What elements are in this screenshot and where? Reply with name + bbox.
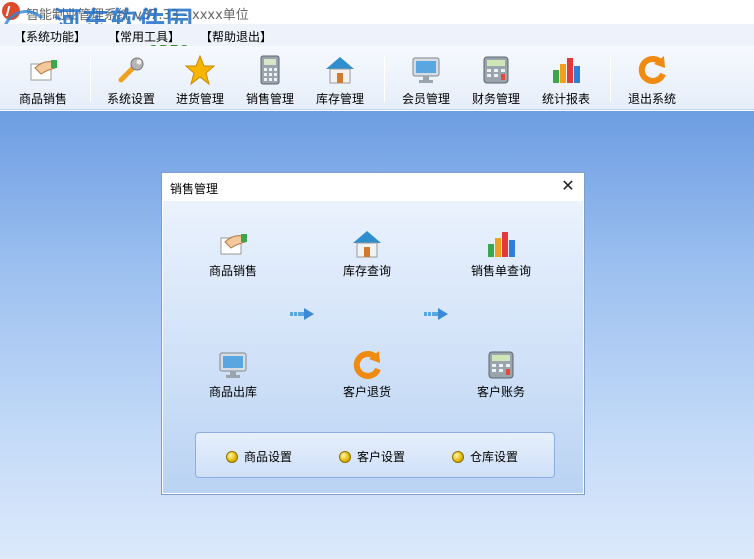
bullet-icon (226, 451, 238, 463)
monitor-icon (412, 57, 440, 83)
product-sales-function[interactable]: 商品销售 (178, 228, 288, 284)
toolbar-label: 会员管理 (401, 92, 450, 106)
cash-register-icon (483, 56, 509, 84)
customer-return-function[interactable]: 客户退货 (312, 349, 422, 405)
toolbar-label: 库存管理 (315, 92, 364, 106)
customer-account-function[interactable]: 客户账务 (446, 349, 556, 405)
toolbar-label: 财务管理 (471, 92, 520, 106)
toolbar-sales-management-button[interactable]: 销售管理 (235, 48, 305, 108)
monitor-icon (219, 352, 247, 378)
toolbar-separator (384, 56, 385, 102)
bullet-icon (452, 451, 464, 463)
refresh-icon (353, 350, 381, 379)
toolbar-label: 统计报表 (541, 92, 590, 106)
toolbar-purchase-button[interactable]: 进货管理 (165, 48, 235, 108)
product-outbound-function[interactable]: 商品出库 (178, 349, 288, 405)
arrow-right-icon (290, 308, 314, 320)
dialog-body: 商品销售 库存查询 销售单查询 商品出库 客户退货 客户账务 商品设置 客户设置… (163, 201, 583, 493)
function-label: 客户退货 (342, 385, 391, 399)
star-icon (184, 54, 216, 86)
toolbar-inventory-button[interactable]: 库存管理 (305, 48, 375, 108)
function-label: 客户账务 (476, 385, 525, 399)
toolbar-separator (610, 56, 611, 102)
house-icon (353, 231, 381, 258)
toolbar-system-settings-button[interactable]: 系统设置 (96, 48, 166, 108)
product-settings-link[interactable]: 商品设置 (226, 448, 292, 465)
toolbar: 商品销售 系统设置 进货管理 销售管理 库存管理 会员管理 财务管理 统计报表 … (0, 46, 754, 110)
toolbar-exit-button[interactable]: 退出系统 (617, 48, 687, 108)
house-icon (326, 57, 354, 84)
toolbar-label: 系统设置 (106, 92, 155, 106)
dialog-title: 销售管理 (170, 182, 219, 196)
inventory-query-function[interactable]: 库存查询 (312, 228, 422, 284)
arrow-right-icon (424, 308, 448, 320)
toolbar-separator (90, 56, 91, 102)
sales-order-query-function[interactable]: 销售单查询 (446, 228, 556, 284)
function-label: 商品出库 (208, 385, 257, 399)
wrench-icon (118, 57, 144, 83)
calculator-icon (260, 55, 280, 85)
toolbar-label: 销售管理 (245, 92, 294, 106)
function-label: 商品销售 (208, 264, 257, 278)
toolbar-label: 退出系统 (627, 92, 676, 106)
bar-chart-icon (488, 232, 515, 257)
hand-card-icon (30, 60, 57, 81)
settings-group: 商品设置 客户设置 仓库设置 (195, 432, 555, 478)
customer-settings-link[interactable]: 客户设置 (339, 448, 405, 465)
cash-register-icon (488, 351, 514, 379)
toolbar-label: 商品销售 (18, 92, 67, 106)
bullet-icon (339, 451, 351, 463)
settings-label: 仓库设置 (470, 450, 519, 464)
toolbar-member-button[interactable]: 会员管理 (391, 48, 461, 108)
toolbar-report-button[interactable]: 统计报表 (531, 48, 601, 108)
toolbar-finance-button[interactable]: 财务管理 (461, 48, 531, 108)
settings-label: 客户设置 (357, 450, 406, 464)
close-icon[interactable]: ✕ (558, 176, 578, 196)
title-bar: 智能制业管理系统 v37.33 - xxxx单位 河东软件园 (0, 0, 754, 58)
toolbar-label: 进货管理 (175, 92, 224, 106)
settings-label: 商品设置 (244, 450, 293, 464)
refresh-icon (638, 55, 666, 84)
warehouse-settings-link[interactable]: 仓库设置 (452, 448, 518, 465)
sales-management-dialog: 销售管理 ✕ 商品销售 库存查询 销售单查询 商品出库 客户退货 客户账务 商品… (161, 172, 585, 495)
toolbar-product-sales-button[interactable]: 商品销售 (8, 48, 78, 108)
function-label: 库存查询 (342, 264, 391, 278)
bar-chart-icon (553, 58, 580, 83)
hand-card-icon (220, 234, 247, 255)
menu-system-functions[interactable]: 【系统功能】 (14, 28, 86, 45)
function-label: 销售单查询 (470, 264, 531, 278)
